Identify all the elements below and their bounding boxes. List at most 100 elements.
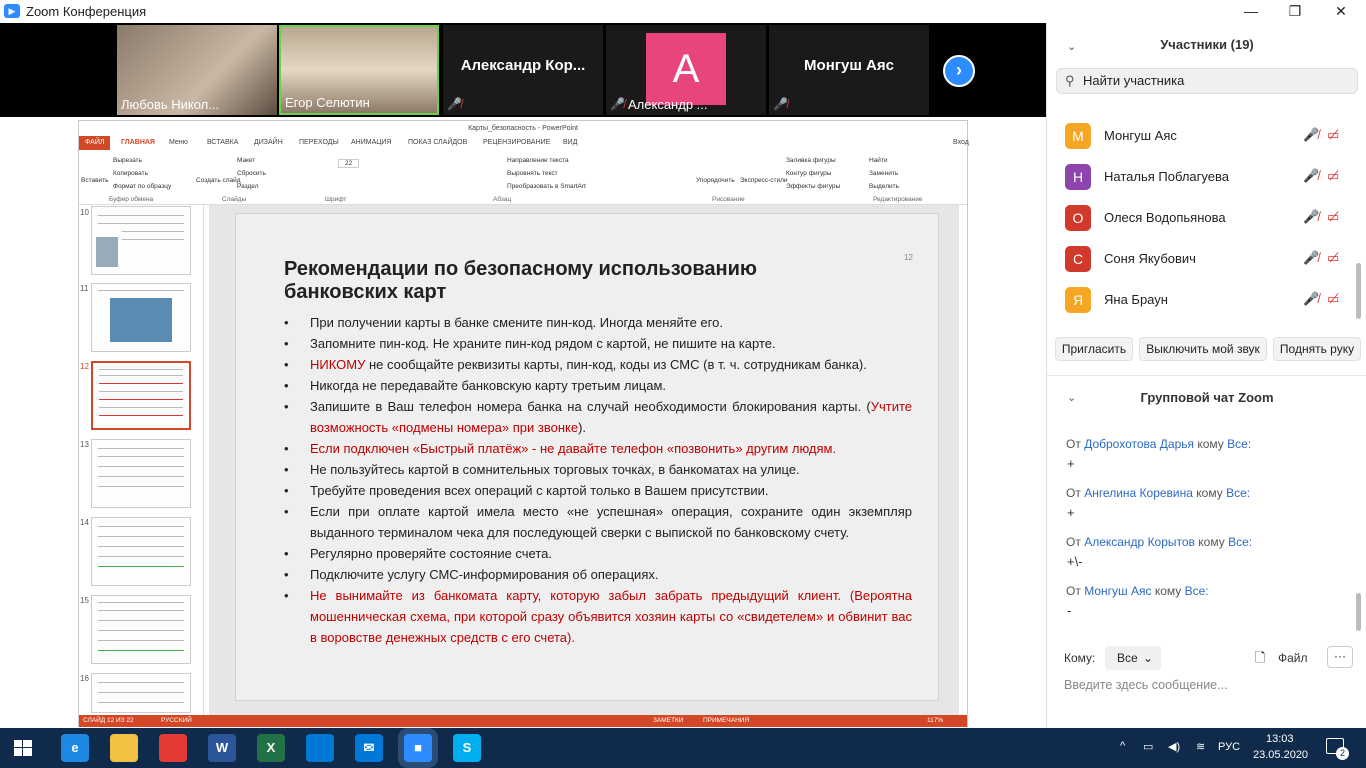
mic-muted-icon[interactable]: 🎤̸ bbox=[1303, 291, 1319, 307]
volume-icon[interactable]: ◀) bbox=[1168, 740, 1180, 753]
slide-thumbnail[interactable] bbox=[91, 206, 191, 275]
raise-hand-button[interactable]: Поднять руку bbox=[1273, 337, 1361, 361]
slide-thumbnail[interactable] bbox=[91, 673, 191, 713]
quick-styles-button[interactable]: Экспресс-стили bbox=[740, 177, 788, 184]
recipient-select[interactable]: Все ⌄ bbox=[1105, 646, 1161, 670]
file-icon[interactable]: 🗋 bbox=[1255, 649, 1265, 671]
store-icon[interactable] bbox=[306, 734, 334, 762]
format-painter-button[interactable]: Формат по образцу bbox=[113, 183, 171, 190]
word-icon[interactable]: W bbox=[208, 734, 236, 762]
tab-file[interactable]: ФАЙЛ bbox=[79, 136, 111, 150]
clock-time[interactable]: 13:03 bbox=[1266, 733, 1294, 745]
layout-button[interactable]: Макет bbox=[237, 157, 255, 164]
edge-icon[interactable]: e bbox=[61, 734, 89, 762]
close-button[interactable]: ✕ bbox=[1318, 1, 1364, 21]
slide-thumbnail-selected[interactable] bbox=[91, 361, 191, 430]
maximize-button[interactable]: ❐ bbox=[1272, 1, 1318, 21]
video-tile[interactable]: Александр Кор... 🎤̸ bbox=[443, 25, 603, 115]
comments-button[interactable]: ПРИМЕЧАНИЯ bbox=[703, 715, 749, 727]
zoom-level[interactable]: 117% bbox=[927, 715, 943, 727]
paste-button[interactable]: Вставить bbox=[81, 177, 109, 184]
video-off-icon[interactable]: ▭̸ bbox=[1327, 168, 1339, 184]
participant-search-input[interactable]: ⚲ Найти участника bbox=[1056, 68, 1358, 94]
slide-thumbnail[interactable] bbox=[91, 595, 191, 664]
tab-review[interactable]: РЕЦЕНЗИРОВАНИЕ bbox=[483, 136, 550, 150]
clock-date[interactable]: 23.05.2020 bbox=[1253, 749, 1308, 761]
participant-row[interactable]: М Монгуш Аяс 🎤̸ ▭̸ bbox=[1065, 123, 1355, 151]
replace-button[interactable]: Заменить bbox=[869, 170, 898, 177]
slide-thumbnail[interactable] bbox=[91, 439, 191, 508]
shape-effects-button[interactable]: Эффекты фигуры bbox=[786, 183, 840, 190]
text-direction-button[interactable]: Направление текста bbox=[507, 157, 569, 164]
mute-me-button[interactable]: Выключить мой звук bbox=[1139, 337, 1267, 361]
battery-icon[interactable]: ▭ bbox=[1143, 740, 1153, 753]
zoom-icon[interactable]: ■ bbox=[404, 734, 432, 762]
sign-in-link[interactable]: Вход bbox=[953, 136, 969, 150]
shape-outline-button[interactable]: Контур фигуры bbox=[786, 170, 831, 177]
chat-message-input[interactable]: Введите здесь сообщение... bbox=[1064, 678, 1228, 692]
video-off-icon[interactable]: ▭̸ bbox=[1327, 250, 1339, 266]
reset-button[interactable]: Сбросить bbox=[237, 170, 266, 177]
minimize-button[interactable]: — bbox=[1228, 1, 1274, 21]
video-tile[interactable]: A 🎤̸ Александр ... bbox=[606, 25, 766, 115]
tab-animation[interactable]: АНИМАЦИЯ bbox=[351, 136, 392, 150]
tray-chevron-icon[interactable]: ^ bbox=[1120, 740, 1125, 752]
tab-view[interactable]: ВИД bbox=[563, 136, 577, 150]
participant-row[interactable]: Н Наталья Поблагуева 🎤̸ ▭̸ bbox=[1065, 164, 1355, 192]
skype-icon[interactable]: S bbox=[453, 734, 481, 762]
sender-name[interactable]: Доброхотова Дарья bbox=[1084, 437, 1194, 451]
video-off-icon[interactable]: ▭̸ bbox=[1327, 209, 1339, 225]
participant-row[interactable]: С Соня Якубович 🎤̸ ▭̸ bbox=[1065, 246, 1355, 274]
select-button[interactable]: Выделить bbox=[869, 183, 899, 190]
font-size-select[interactable]: 22 bbox=[338, 159, 360, 168]
invite-button[interactable]: Пригласить bbox=[1055, 337, 1133, 361]
tab-design[interactable]: ДИЗАЙН bbox=[254, 136, 283, 150]
recipient-name[interactable]: Все: bbox=[1226, 486, 1250, 500]
tab-transitions[interactable]: ПЕРЕХОДЫ bbox=[299, 136, 339, 150]
new-slide-button[interactable]: Создать слайд bbox=[196, 177, 241, 184]
shape-fill-button[interactable]: Заливка фигуры bbox=[786, 157, 836, 164]
language-indicator[interactable]: РУС bbox=[1218, 741, 1240, 753]
mic-muted-icon[interactable]: 🎤̸ bbox=[1303, 127, 1319, 143]
video-tile[interactable]: Монгуш Аяс 🎤̸ bbox=[769, 25, 929, 115]
windows-start-icon[interactable] bbox=[14, 740, 32, 756]
mic-muted-icon[interactable]: 🎤̸ bbox=[1303, 250, 1319, 266]
video-off-icon[interactable]: ▭̸ bbox=[1327, 291, 1339, 307]
tab-slideshow[interactable]: ПОКАЗ СЛАЙДОВ bbox=[408, 136, 467, 150]
participant-row[interactable]: О Олеся Водопьянова 🎤̸ ▭̸ bbox=[1065, 205, 1355, 233]
cut-button[interactable]: Вырезать bbox=[113, 157, 142, 164]
mic-muted-icon[interactable]: 🎤̸ bbox=[1303, 209, 1319, 225]
chat-scrollbar[interactable] bbox=[1356, 593, 1361, 631]
notes-button[interactable]: ЗАМЕТКИ bbox=[653, 715, 683, 727]
folder-icon[interactable] bbox=[110, 734, 138, 762]
more-options-button[interactable]: ··· bbox=[1327, 646, 1353, 668]
align-text-button[interactable]: Выровнять текст bbox=[507, 170, 558, 177]
arrange-button[interactable]: Упорядочить bbox=[696, 177, 735, 184]
sender-name[interactable]: Ангелина Коревина bbox=[1084, 486, 1193, 500]
participants-scrollbar[interactable] bbox=[1356, 263, 1361, 319]
find-button[interactable]: Найти bbox=[869, 157, 888, 164]
sender-name[interactable]: Александр Корытов bbox=[1084, 535, 1195, 549]
mic-muted-icon[interactable]: 🎤̸ bbox=[1303, 168, 1319, 184]
recipient-name[interactable]: Все: bbox=[1227, 437, 1251, 451]
video-tile[interactable]: Любовь Никол... bbox=[117, 25, 277, 115]
next-page-button[interactable]: › bbox=[943, 55, 975, 87]
participant-row[interactable]: Я Яна Браун 🎤̸ ▭̸ bbox=[1065, 287, 1355, 315]
notifications-icon[interactable]: 2 bbox=[1326, 738, 1349, 760]
file-button[interactable]: Файл bbox=[1278, 651, 1308, 665]
slide-thumbnail[interactable] bbox=[91, 517, 191, 586]
sender-name[interactable]: Монгуш Аяс bbox=[1084, 584, 1151, 598]
wifi-icon[interactable]: ≋ bbox=[1196, 740, 1205, 753]
video-off-icon[interactable]: ▭̸ bbox=[1327, 127, 1339, 143]
tab-home[interactable]: ГЛАВНАЯ bbox=[121, 136, 155, 150]
tab-menu[interactable]: Меню bbox=[169, 136, 188, 150]
slide-thumbnail[interactable] bbox=[91, 283, 191, 352]
copy-button[interactable]: Копировать bbox=[113, 170, 148, 177]
recipient-name[interactable]: Все: bbox=[1185, 584, 1209, 598]
section-button[interactable]: Раздел bbox=[237, 183, 258, 190]
smartart-button[interactable]: Преобразовать в SmartArt bbox=[507, 183, 586, 190]
excel-icon[interactable]: X bbox=[257, 734, 285, 762]
video-tile-active-speaker[interactable]: Егор Селютин ✕ bbox=[279, 25, 439, 115]
tab-insert[interactable]: ВСТАВКА bbox=[207, 136, 238, 150]
chrome-icon[interactable] bbox=[159, 734, 187, 762]
